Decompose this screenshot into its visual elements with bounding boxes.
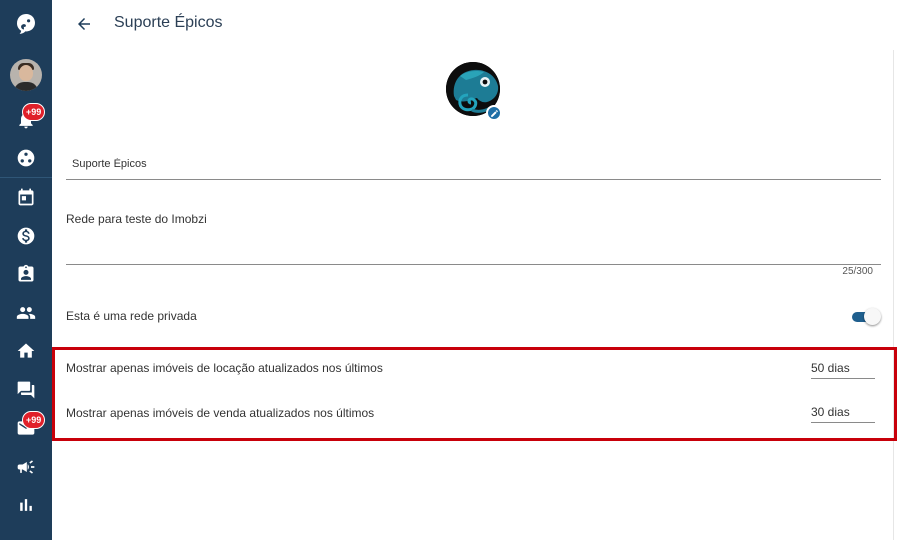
network-name-input[interactable] bbox=[66, 150, 881, 178]
network-name-field[interactable] bbox=[66, 150, 881, 180]
megaphone-icon bbox=[17, 460, 35, 474]
sidebar-item-reports[interactable] bbox=[0, 487, 52, 523]
bar-chart-icon bbox=[20, 499, 32, 511]
people-icon bbox=[16, 307, 36, 319]
sidebar-item-notifications[interactable]: +99 bbox=[0, 102, 52, 138]
pencil-icon bbox=[490, 109, 498, 117]
sidebar-item-finance[interactable] bbox=[0, 218, 52, 254]
contact-card-icon bbox=[18, 264, 34, 282]
sale-days-field[interactable] bbox=[811, 403, 875, 423]
sale-days-input[interactable] bbox=[811, 403, 875, 421]
rental-filter-label: Mostrar apenas imóveis de locação atuali… bbox=[66, 361, 383, 375]
description-char-counter: 25/300 bbox=[842, 266, 873, 277]
chameleon-logo-icon[interactable] bbox=[0, 6, 52, 42]
calendar-icon bbox=[18, 188, 34, 206]
edit-avatar-button[interactable] bbox=[486, 105, 502, 121]
network-icon bbox=[17, 149, 35, 167]
sidebar-item-calendar[interactable] bbox=[0, 179, 52, 215]
content-divider bbox=[893, 50, 894, 540]
sidebar-item-contacts[interactable] bbox=[0, 256, 52, 292]
home-icon bbox=[17, 343, 35, 358]
chat-icon bbox=[17, 381, 35, 399]
group-avatar[interactable] bbox=[446, 62, 502, 121]
description-field[interactable]: Rede para teste do Imobzi bbox=[66, 206, 881, 265]
rental-days-field[interactable] bbox=[811, 359, 875, 379]
rental-days-input[interactable] bbox=[811, 359, 875, 377]
arrow-left-icon bbox=[78, 18, 90, 30]
user-avatar[interactable] bbox=[0, 57, 52, 93]
sidebar-item-marketing[interactable] bbox=[0, 449, 52, 485]
sidebar-divider bbox=[0, 177, 52, 178]
sidebar-item-chat[interactable] bbox=[0, 372, 52, 408]
private-network-label: Esta é uma rede privada bbox=[66, 309, 197, 323]
dollar-icon bbox=[17, 227, 35, 245]
sidebar-item-messages[interactable]: +99 bbox=[0, 410, 52, 446]
messages-badge: +99 bbox=[22, 411, 46, 429]
header: Suporte Épicos bbox=[52, 0, 900, 48]
sidebar-item-people[interactable] bbox=[0, 295, 52, 331]
notification-badge: +99 bbox=[22, 103, 46, 121]
sidebar-item-properties[interactable] bbox=[0, 333, 52, 369]
page-title: Suporte Épicos bbox=[114, 14, 223, 31]
description-input[interactable]: Rede para teste do Imobzi bbox=[66, 206, 881, 262]
avatar bbox=[10, 59, 42, 91]
sidebar-item-networks[interactable] bbox=[0, 140, 52, 176]
private-network-toggle[interactable] bbox=[851, 308, 881, 326]
back-button[interactable] bbox=[72, 12, 96, 36]
sidebar: +99 +99 bbox=[0, 0, 52, 540]
sale-filter-label: Mostrar apenas imóveis de venda atualiza… bbox=[66, 406, 375, 420]
